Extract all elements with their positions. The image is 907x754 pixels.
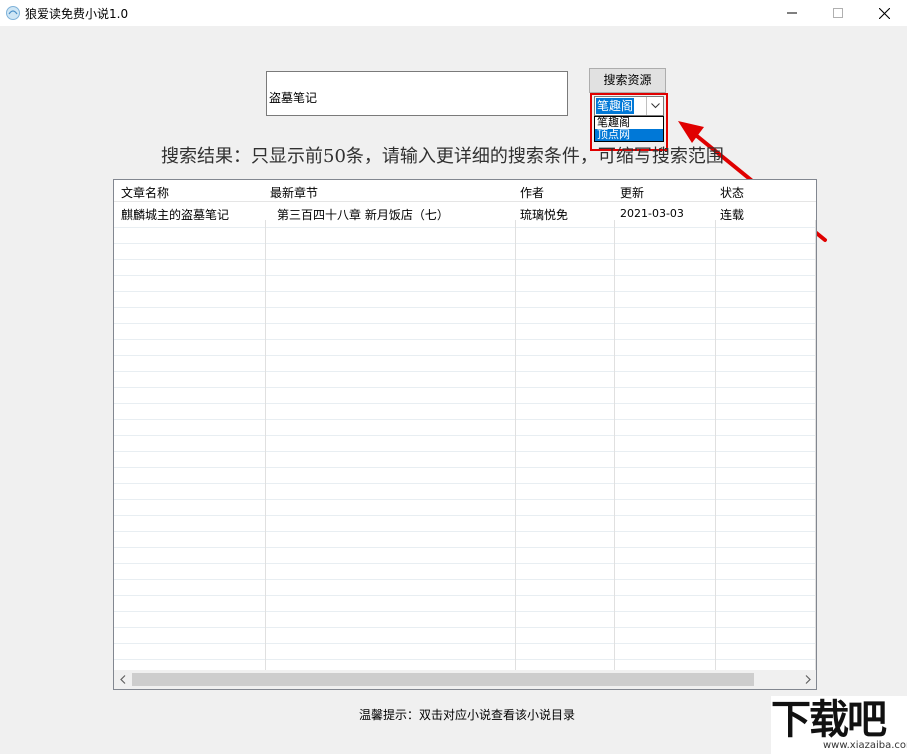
cell-updated: 2021-03-03 — [620, 207, 684, 220]
column-divider — [614, 180, 615, 670]
column-divider — [715, 180, 716, 670]
search-resource-button[interactable]: 搜索资源 — [589, 68, 666, 93]
cell-name: 麒麟城主的盗墓笔记 — [121, 208, 230, 222]
column-header-updated[interactable]: 更新 — [620, 184, 644, 201]
table-row[interactable]: 麒麟城主的盗墓笔记 第三百四十八章 新月饭店（七） 琉璃悦免 2021-03-0… — [114, 202, 816, 222]
scroll-thumb[interactable] — [132, 673, 754, 686]
cell-chapter: 第三百四十八章 新月饭店（七） — [277, 208, 449, 222]
column-divider — [815, 180, 816, 670]
close-button[interactable] — [861, 0, 907, 26]
app-logo-icon — [6, 6, 20, 20]
column-header-name[interactable]: 文章名称 — [121, 184, 169, 201]
horizontal-scrollbar[interactable] — [114, 670, 816, 689]
column-divider — [265, 180, 266, 670]
table-body — [114, 180, 816, 670]
minimize-button[interactable] — [769, 0, 815, 26]
hint-text: 温馨提示：双击对应小说查看该小说目录 — [359, 708, 576, 722]
column-divider — [515, 180, 516, 670]
table-header: 文章名称 最新章节 作者 更新 状态 — [114, 180, 816, 202]
search-input[interactable]: 盗墓笔记 — [266, 71, 568, 116]
watermark-logo: 下载吧 www.xiazaiba.com — [771, 696, 907, 754]
maximize-button[interactable] — [815, 0, 861, 26]
watermark-logo-text: 下载吧 — [771, 697, 887, 743]
column-header-chapter[interactable]: 最新章节 — [270, 184, 318, 201]
results-table[interactable]: 文章名称 最新章节 作者 更新 状态 麒麟城主的盗墓笔记 第三百四十八章 新月饭… — [113, 179, 817, 690]
cell-status: 连载 — [720, 208, 745, 222]
window-title: 狼爱读免费小说1.0 — [25, 7, 129, 21]
result-info-label: 搜索结果：只显示前50条，请输入更详细的搜索条件，可缩写搜索范围 — [161, 146, 724, 167]
title-bar: 狼爱读免费小说1.0 — [0, 0, 907, 26]
maximize-icon — [833, 8, 843, 18]
column-header-author[interactable]: 作者 — [520, 184, 544, 201]
close-icon — [878, 7, 890, 19]
minimize-icon — [787, 12, 797, 14]
scroll-right-icon[interactable] — [799, 670, 816, 689]
scroll-left-icon[interactable] — [114, 670, 131, 689]
watermark-url: www.xiazaiba.com — [823, 740, 907, 751]
column-header-status[interactable]: 状态 — [720, 184, 744, 201]
cell-author: 琉璃悦免 — [520, 208, 569, 222]
